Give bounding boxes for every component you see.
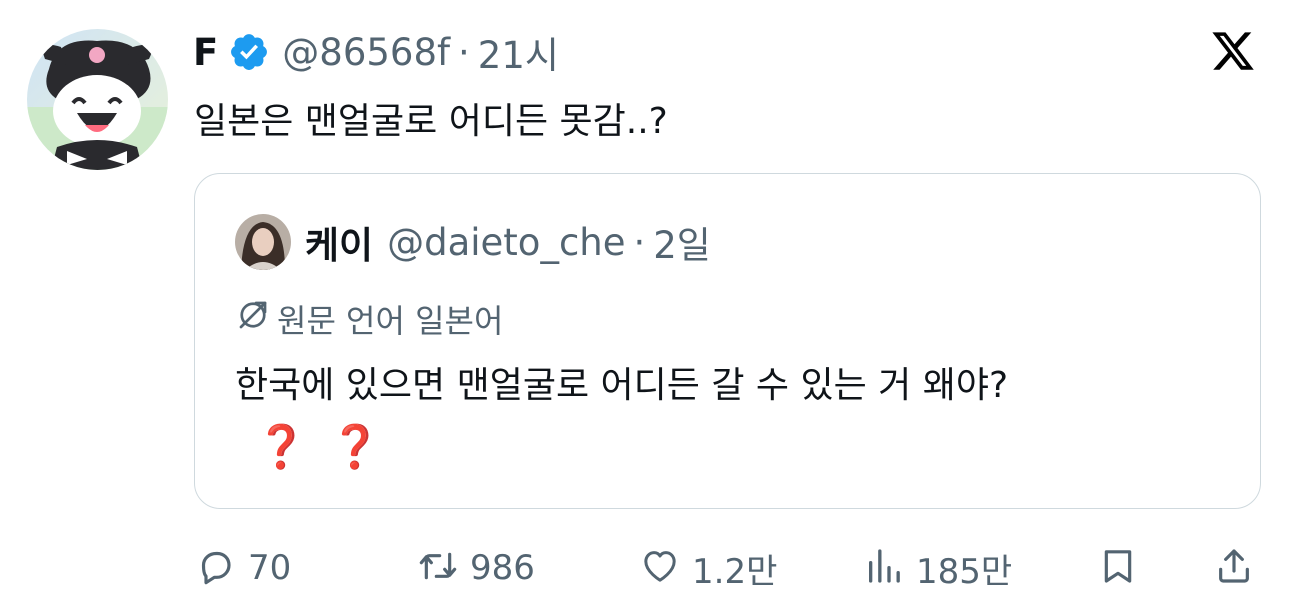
author-avatar[interactable] bbox=[27, 29, 168, 170]
quoted-text: 한국에 있으면 맨얼굴로 어디든 갈 수 있는 거 왜야? bbox=[235, 365, 1009, 406]
language-note-text: 원문 언어 일본어 bbox=[277, 302, 504, 340]
reply-button[interactable]: 70 bbox=[196, 540, 291, 596]
bar-chart-icon bbox=[864, 546, 904, 590]
speech-bubble-icon bbox=[196, 546, 236, 590]
like-count: 1.2만 bbox=[692, 551, 778, 592]
author-handle[interactable]: @86568f bbox=[282, 31, 450, 74]
retweet-button[interactable]: 986 bbox=[418, 540, 535, 596]
tweet-header: F @86568f · 21시 bbox=[193, 25, 559, 79]
retweet-count: 986 bbox=[470, 548, 535, 588]
bookmark-button[interactable] bbox=[1098, 540, 1138, 596]
like-button[interactable]: 1.2만 bbox=[640, 540, 777, 596]
quoted-header: 케이 @daieto_che · 2일 bbox=[305, 216, 711, 268]
heart-icon bbox=[640, 546, 680, 590]
views-button[interactable]: 185만 bbox=[864, 540, 1012, 596]
x-logo-icon[interactable] bbox=[1208, 28, 1258, 74]
quoted-author-avatar[interactable] bbox=[235, 214, 291, 270]
share-button[interactable] bbox=[1214, 540, 1254, 596]
verified-badge-icon[interactable] bbox=[228, 31, 270, 73]
bookmark-icon bbox=[1098, 546, 1138, 590]
translation-note: 원문 언어 일본어 bbox=[235, 296, 503, 342]
quoted-time[interactable]: 2일 bbox=[653, 215, 711, 269]
views-count: 185만 bbox=[916, 551, 1013, 592]
translate-icon bbox=[235, 297, 277, 341]
retweet-arrows-icon bbox=[418, 546, 458, 590]
tweet-text: 일본은 맨얼굴로 어디든 못감..? bbox=[194, 101, 668, 142]
action-bar: 70 986 1.2만 185만 bbox=[0, 540, 1290, 596]
quoted-author-handle[interactable]: @daieto_che bbox=[387, 221, 625, 264]
quoted-author-name[interactable]: 케이 bbox=[305, 215, 373, 269]
reply-count: 70 bbox=[248, 548, 292, 588]
separator-dot: · bbox=[458, 30, 470, 74]
question-emoji: ❓❓ bbox=[255, 422, 404, 471]
tweet-time[interactable]: 21시 bbox=[478, 25, 559, 79]
separator-dot: · bbox=[633, 220, 646, 264]
share-upload-icon bbox=[1214, 546, 1254, 590]
quoted-tweet[interactable]: 케이 @daieto_che · 2일 원문 언어 일본어 한국에 있으면 맨얼… bbox=[194, 173, 1261, 509]
author-name[interactable]: F bbox=[193, 31, 218, 74]
